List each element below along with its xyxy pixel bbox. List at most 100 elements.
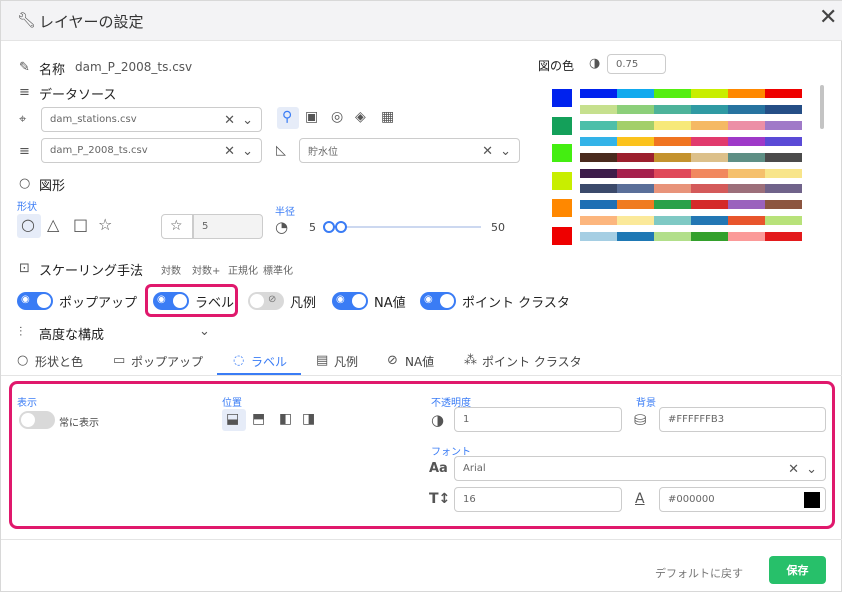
tab-popup[interactable]: ポップアップ <box>131 353 203 370</box>
position-right-button[interactable]: ◧ <box>279 412 292 426</box>
scaling-option-log[interactable]: 対数 <box>161 262 181 277</box>
font-size-input[interactable]: 16 <box>454 487 622 512</box>
shape-square-button[interactable]: □ <box>73 217 88 233</box>
clear-icon[interactable]: ✕ <box>224 114 235 127</box>
clear-icon[interactable]: ✕ <box>788 463 799 476</box>
palette-row[interactable] <box>580 104 802 114</box>
font-icon: Aa <box>429 461 448 476</box>
color-chip[interactable] <box>552 199 572 217</box>
reset-default-button[interactable]: デフォルトに戻す <box>655 565 743 581</box>
background-label: 背景 <box>636 398 656 409</box>
chevron-down-icon[interactable]: ⌄ <box>199 325 210 338</box>
palette-scrollbar[interactable] <box>820 85 824 129</box>
clear-icon[interactable]: ✕ <box>224 145 235 158</box>
tab-shape-color[interactable]: 形状と色 <box>35 353 83 370</box>
save-button[interactable]: 保存 <box>769 556 826 584</box>
tab-label[interactable]: ラベル <box>251 353 287 370</box>
font-color-swatch[interactable] <box>804 492 820 508</box>
stations-select[interactable]: dam_stations.csv ✕ ⌄ <box>41 107 262 132</box>
palette-row[interactable] <box>580 216 802 226</box>
font-select[interactable]: Arial ✕ ⌄ <box>454 456 826 481</box>
position-bottom-button[interactable]: ⬓ <box>222 409 246 431</box>
palette-swatch <box>617 184 654 194</box>
always-show-toggle[interactable] <box>19 411 55 429</box>
chevron-down-icon[interactable]: ⌄ <box>806 463 817 476</box>
figure-opacity-value: 0.75 <box>616 58 639 70</box>
palette-swatch <box>691 232 728 242</box>
palette-row[interactable] <box>580 232 802 242</box>
color-chip[interactable] <box>552 226 572 245</box>
shape-star-button[interactable]: ☆ <box>98 217 112 233</box>
palette-swatch <box>580 104 617 114</box>
advanced-label[interactable]: 高度な構成 <box>39 324 104 343</box>
background-color-value: #FFFFFFB3 <box>668 414 725 425</box>
palette-swatch <box>617 104 654 114</box>
opacity-icon: ◑ <box>431 411 445 429</box>
palette-row[interactable] <box>580 120 802 130</box>
column-select[interactable]: 貯水位 ✕ ⌄ <box>299 138 520 163</box>
clear-icon[interactable]: ✕ <box>482 145 493 158</box>
palette-row[interactable] <box>580 136 802 146</box>
circle-icon: ○ <box>19 176 31 191</box>
label-toggle[interactable]: ◉ <box>153 292 189 310</box>
palette-row[interactable] <box>580 168 802 178</box>
save-label: 保存 <box>786 564 809 577</box>
figure-color-label: 図の色 <box>538 59 575 73</box>
tab-legend[interactable]: 凡例 <box>334 353 358 370</box>
grid-icon[interactable]: ▦ <box>381 110 394 124</box>
palette-swatch <box>765 168 802 178</box>
tab-cluster[interactable]: ポイント クラスタ <box>482 353 582 370</box>
color-chip[interactable] <box>552 171 572 190</box>
position-label: 位置 <box>222 398 242 409</box>
color-chip[interactable] <box>552 144 572 162</box>
file-value: dam_P_2008_ts.csv <box>50 145 148 156</box>
palette-swatch <box>580 168 617 178</box>
tab-na[interactable]: NA値 <box>405 353 434 370</box>
chevron-down-icon[interactable]: ⌄ <box>242 145 253 158</box>
label-opacity-input[interactable]: 1 <box>454 407 622 432</box>
radius-slider-handle-max[interactable] <box>335 221 347 233</box>
shape-circle-button[interactable]: ○ <box>17 214 41 238</box>
legend-toggle[interactable]: ⊘ <box>248 292 284 310</box>
palette-swatch <box>691 216 728 226</box>
scaling-option-standardize[interactable]: 標準化 <box>263 262 293 277</box>
legend-toggle-label: 凡例 <box>290 296 317 311</box>
chevron-down-icon[interactable]: ⌄ <box>500 145 511 158</box>
font-color-input[interactable]: #000000 <box>659 487 826 512</box>
size-value: 5 <box>202 221 209 232</box>
palette-row[interactable] <box>580 200 802 210</box>
tab-divider <box>1 375 842 376</box>
file-select[interactable]: dam_P_2008_ts.csv ✕ ⌄ <box>41 138 262 163</box>
size-input[interactable]: 5 <box>193 214 263 239</box>
background-color-input[interactable]: #FFFFFFB3 <box>659 407 826 432</box>
position-left-button[interactable]: ◨ <box>302 412 315 426</box>
target-icon[interactable]: ◎ <box>331 110 343 124</box>
color-chip[interactable] <box>552 116 572 135</box>
position-top-button[interactable]: ⬒ <box>252 412 265 426</box>
figure-opacity-input[interactable]: 0.75 <box>607 54 666 74</box>
point-layer-icon[interactable]: ⚲ <box>277 107 299 129</box>
chat-icon: ▭ <box>113 353 126 368</box>
na-toggle[interactable]: ◉ <box>332 292 368 310</box>
scaling-option-logplus[interactable]: 対数+ <box>192 262 220 277</box>
layers-icon[interactable]: ◈ <box>355 110 366 124</box>
scaling-icon: ⊡ <box>19 261 30 276</box>
font-color-icon: A <box>635 491 645 507</box>
cluster-toggle[interactable]: ◉ <box>420 292 456 310</box>
palette-row[interactable] <box>580 184 802 194</box>
close-icon[interactable]: ✕ <box>819 7 837 29</box>
image-icon[interactable]: ▣ <box>305 110 318 124</box>
color-chip[interactable] <box>552 89 572 107</box>
shape-triangle-button[interactable]: △ <box>47 217 59 233</box>
chevron-down-icon[interactable]: ⌄ <box>242 114 253 127</box>
palette-row[interactable] <box>580 89 802 98</box>
palette-row[interactable] <box>580 152 802 162</box>
palette-swatch <box>654 184 691 194</box>
always-show-label: 常に表示 <box>59 418 99 429</box>
database-icon: ≡ <box>19 85 30 100</box>
radius-slider-track[interactable] <box>325 226 481 228</box>
font-size-value: 16 <box>463 494 476 505</box>
popup-toggle[interactable]: ◉ <box>17 292 53 310</box>
scaling-option-normalize[interactable]: 正規化 <box>228 262 258 277</box>
radius-slider-handle-min[interactable] <box>323 221 335 233</box>
